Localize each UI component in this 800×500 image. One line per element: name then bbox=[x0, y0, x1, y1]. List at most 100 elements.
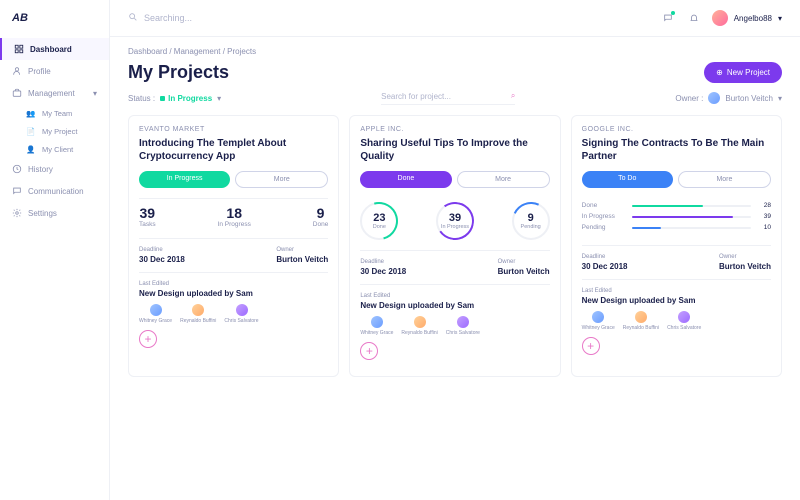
meta-lbl: Owner bbox=[276, 247, 328, 253]
owner: OwnerBurton Veitch bbox=[498, 259, 550, 276]
chevron-down-icon: ▾ bbox=[778, 14, 782, 23]
team-icon: 👥 bbox=[26, 108, 36, 118]
avatar bbox=[371, 316, 383, 328]
nav-history[interactable]: History bbox=[0, 158, 109, 180]
bar-row: Pending10 bbox=[582, 224, 771, 231]
nav-label: My Client bbox=[42, 145, 73, 154]
bar-track bbox=[632, 216, 751, 218]
add-person-button[interactable]: + bbox=[582, 337, 600, 355]
new-project-button[interactable]: ⊕ New Project bbox=[704, 62, 782, 83]
person[interactable]: Whitney Grace bbox=[139, 304, 172, 324]
bell-button[interactable] bbox=[686, 10, 702, 26]
status-button[interactable]: To Do bbox=[582, 171, 673, 188]
nav-management[interactable]: Management ▾ bbox=[0, 82, 109, 104]
briefcase-icon bbox=[12, 88, 22, 98]
meta-lbl: Owner bbox=[498, 259, 550, 265]
person[interactable]: Chris Salvatore bbox=[667, 311, 701, 331]
button-label: New Project bbox=[727, 68, 770, 77]
topbar: Searching... Angelbo88 ▾ bbox=[110, 0, 800, 37]
search-icon: ⌕ bbox=[511, 91, 515, 101]
project-search[interactable]: Search for project... ⌕ bbox=[381, 91, 515, 105]
project-title: Introducing The Templet About Cryptocurr… bbox=[139, 137, 328, 163]
filter-row: Status : In Progress ▾ Search for projec… bbox=[128, 91, 782, 105]
meta-lbl: Owner bbox=[719, 254, 771, 260]
file-icon: 📄 bbox=[26, 126, 36, 136]
stat-lbl: In Progress bbox=[218, 221, 251, 228]
people: Whitney Grace Reynaldo Buffini Chris Sal… bbox=[139, 304, 328, 324]
status-filter[interactable]: Status : In Progress ▾ bbox=[128, 94, 221, 103]
person-name: Whitney Grace bbox=[139, 318, 172, 324]
status-value: In Progress bbox=[160, 94, 212, 103]
client-icon: 👤 bbox=[26, 144, 36, 154]
nav-settings[interactable]: Settings bbox=[0, 202, 109, 224]
owner-value: Burton Veitch bbox=[725, 94, 773, 103]
user-icon bbox=[12, 66, 22, 76]
user-menu[interactable]: Angelbo88 ▾ bbox=[712, 10, 782, 26]
card-actions: In Progress More bbox=[139, 171, 328, 188]
global-search[interactable]: Searching... bbox=[128, 12, 650, 24]
deadline: Deadline30 Dec 2018 bbox=[360, 259, 406, 276]
breadcrumb[interactable]: Dashboard / Management / Projects bbox=[128, 47, 782, 56]
stat: 9Done bbox=[313, 205, 329, 228]
owner-filter[interactable]: Owner : Burton Veitch ▾ bbox=[675, 92, 782, 104]
person[interactable]: Whitney Grace bbox=[582, 311, 615, 331]
person[interactable]: Chris Salvatore bbox=[446, 316, 480, 336]
nav-profile[interactable]: Profile bbox=[0, 60, 109, 82]
stat-num: 18 bbox=[218, 205, 251, 221]
avatar bbox=[592, 311, 604, 323]
person[interactable]: Chris Salvatore bbox=[224, 304, 258, 324]
meta-lbl: Deadline bbox=[360, 259, 406, 265]
meta-val: 30 Dec 2018 bbox=[139, 255, 185, 264]
sidebar: AB Dashboard Profile Management ▾ 👥My Te… bbox=[0, 0, 110, 500]
ring-stat: 23Done bbox=[360, 202, 398, 240]
stat: 39Tasks bbox=[139, 205, 156, 228]
stat-num: 9 bbox=[528, 212, 534, 224]
bar-val: 39 bbox=[757, 213, 771, 220]
person[interactable]: Reynaldo Buffini bbox=[401, 316, 437, 336]
messages-button[interactable] bbox=[660, 10, 676, 26]
chevron-down-icon: ▾ bbox=[93, 89, 97, 98]
meta-row: Deadline30 Dec 2018 OwnerBurton Veitch bbox=[139, 239, 328, 273]
stat: 18In Progress bbox=[218, 205, 251, 228]
stat-lbl: Pending bbox=[521, 224, 541, 230]
meta-row: Deadline30 Dec 2018 OwnerBurton Veitch bbox=[582, 246, 771, 280]
nav-dashboard[interactable]: Dashboard bbox=[0, 38, 109, 60]
content: Dashboard / Management / Projects My Pro… bbox=[110, 37, 800, 500]
more-button[interactable]: More bbox=[678, 171, 771, 188]
nav-my-team[interactable]: 👥My Team bbox=[26, 104, 109, 122]
project-title: Signing The Contracts To Be The Main Par… bbox=[582, 137, 771, 163]
add-person-button[interactable]: + bbox=[360, 342, 378, 360]
bar-fill bbox=[632, 205, 704, 207]
more-button[interactable]: More bbox=[235, 171, 328, 188]
clock-icon bbox=[12, 164, 22, 174]
company-name: APPLE INC. bbox=[360, 126, 549, 133]
nav-communication[interactable]: Communication bbox=[0, 180, 109, 202]
meta-val: Burton Veitch bbox=[719, 262, 771, 271]
person-name: Whitney Grace bbox=[360, 330, 393, 336]
stat-num: 39 bbox=[139, 205, 156, 221]
add-person-button[interactable]: + bbox=[139, 330, 157, 348]
edited-lbl: Last Edited bbox=[139, 281, 328, 287]
bar-lbl: Done bbox=[582, 202, 626, 209]
stats-bars: Done 28 In Progress 39 Pending10 bbox=[582, 198, 771, 246]
person[interactable]: Reynaldo Buffini bbox=[623, 311, 659, 331]
gear-icon bbox=[12, 208, 22, 218]
person-name: Chris Salvatore bbox=[667, 325, 701, 331]
bar-lbl: In Progress bbox=[582, 213, 626, 220]
nav-label: Profile bbox=[28, 67, 51, 76]
stats-rings: 23Done 39In Progress 9Pending bbox=[360, 198, 549, 251]
nav-my-client[interactable]: 👤 My Client bbox=[26, 140, 109, 158]
bar-row: Done 28 bbox=[582, 202, 771, 209]
nav-label: My Project bbox=[42, 127, 77, 136]
nav-my-project[interactable]: 📄 My Project bbox=[26, 122, 109, 140]
bar-val: 28 bbox=[757, 202, 771, 209]
more-button[interactable]: More bbox=[457, 171, 550, 188]
status-button[interactable]: In Progress bbox=[139, 171, 230, 188]
meta-lbl: Deadline bbox=[582, 254, 628, 260]
bar-row: In Progress 39 bbox=[582, 213, 771, 220]
nav-sub-management: 👥My Team 📄 My Project 👤 My Client bbox=[0, 104, 109, 158]
person[interactable]: Whitney Grace bbox=[360, 316, 393, 336]
person[interactable]: Reynaldo Buffini bbox=[180, 304, 216, 324]
bar-track bbox=[632, 205, 751, 207]
status-button[interactable]: Done bbox=[360, 171, 451, 188]
